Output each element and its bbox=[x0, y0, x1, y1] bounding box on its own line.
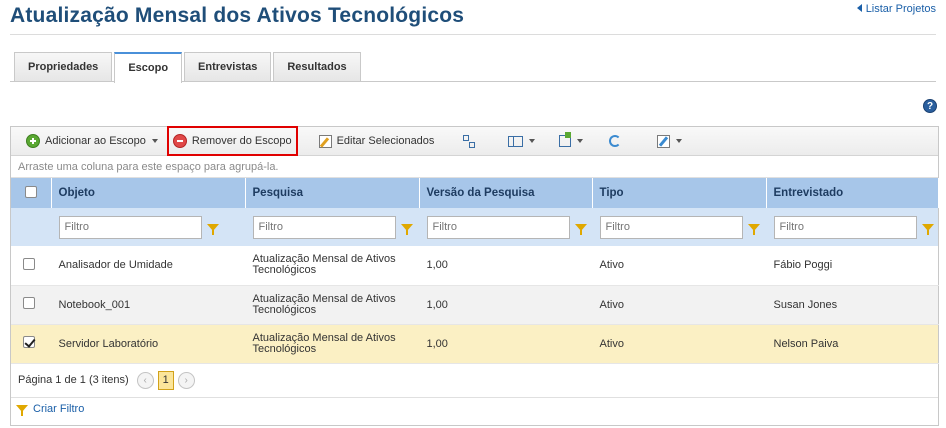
chevron-down-icon bbox=[151, 139, 158, 143]
title-divider bbox=[10, 34, 936, 35]
filter-input-versao[interactable] bbox=[426, 215, 570, 239]
back-arrow-icon bbox=[856, 4, 862, 12]
filter-icon[interactable] bbox=[574, 223, 587, 235]
bulk-edit-button[interactable] bbox=[652, 130, 687, 152]
filter-icon bbox=[16, 405, 28, 416]
columns-button[interactable] bbox=[503, 130, 540, 152]
pager-summary: Página 1 de 1 (3 itens) bbox=[18, 374, 129, 386]
filter-input-pesquisa[interactable] bbox=[252, 215, 396, 239]
row-checkbox-checked[interactable] bbox=[23, 336, 35, 348]
row-checkbox[interactable] bbox=[23, 257, 35, 270]
row-select-cell bbox=[11, 324, 51, 364]
filter-cell-tipo bbox=[592, 208, 766, 246]
tab-bar: Propriedades Escopo Entrevistas Resultad… bbox=[14, 52, 363, 83]
refresh-button[interactable] bbox=[604, 130, 626, 152]
select-all-checkbox[interactable] bbox=[25, 185, 37, 198]
tab-results[interactable]: Resultados bbox=[273, 52, 361, 81]
table-row[interactable]: Notebook_001 Atualização Mensal de Ativo… bbox=[11, 285, 938, 325]
page-title: Atualização Mensal dos Ativos Tecnológic… bbox=[10, 4, 465, 27]
filter-row bbox=[11, 208, 938, 246]
export-button[interactable] bbox=[554, 130, 588, 152]
cell-tipo: Ativo bbox=[592, 324, 766, 364]
column-header-objeto[interactable]: Objeto bbox=[51, 178, 246, 208]
add-to-scope-label: Adicionar ao Escopo bbox=[45, 135, 146, 147]
filter-icon[interactable] bbox=[747, 223, 760, 235]
chevron-down-icon bbox=[577, 139, 584, 143]
cell-versao: 1,00 bbox=[419, 324, 592, 364]
cell-objeto: Notebook_001 bbox=[51, 285, 245, 325]
filter-icon[interactable] bbox=[206, 223, 219, 235]
list-projects-link[interactable]: Listar Projetos bbox=[856, 3, 936, 15]
filter-input-objeto[interactable] bbox=[58, 215, 202, 239]
column-header-entrevistado[interactable]: Entrevistado bbox=[766, 178, 939, 208]
cell-entrevistado: Fábio Poggi bbox=[766, 246, 938, 286]
cell-tipo: Ativo bbox=[592, 285, 766, 325]
tab-properties[interactable]: Propriedades bbox=[14, 52, 113, 81]
columns-icon bbox=[508, 135, 524, 147]
cell-pesquisa: Atualização Mensal de Ativos Tecnológico… bbox=[245, 324, 419, 364]
column-header-versao[interactable]: Versão da Pesquisa bbox=[419, 178, 593, 208]
cell-entrevistado: Nelson Paiva bbox=[766, 324, 938, 364]
table-row[interactable]: Analisador de Umidade Atualização Mensal… bbox=[11, 246, 938, 286]
grid-toolbar: Adicionar ao Escopo Remover do Escopo Ed… bbox=[11, 126, 938, 156]
help-icon[interactable]: ? bbox=[923, 99, 937, 113]
cell-objeto: Servidor Laboratório bbox=[51, 324, 245, 364]
edit-icon bbox=[318, 134, 332, 148]
hierarchy-icon bbox=[462, 134, 476, 148]
refresh-icon bbox=[609, 135, 622, 147]
cell-tipo: Ativo bbox=[592, 246, 766, 286]
table-row-selected[interactable]: Servidor Laboratório Atualização Mensal … bbox=[11, 324, 938, 364]
remove-from-scope-button[interactable]: Remover do Escopo bbox=[166, 126, 298, 156]
filter-input-tipo[interactable] bbox=[599, 215, 743, 239]
filter-icon[interactable] bbox=[400, 223, 413, 235]
filter-cell-versao bbox=[419, 208, 592, 246]
column-header-pesquisa[interactable]: Pesquisa bbox=[245, 178, 420, 208]
add-to-scope-button[interactable]: Adicionar ao Escopo bbox=[21, 130, 163, 152]
edit-selected-label: Editar Selecionados bbox=[336, 135, 435, 147]
select-all-header bbox=[11, 178, 52, 208]
cell-pesquisa: Atualização Mensal de Ativos Tecnológico… bbox=[245, 285, 419, 325]
tab-interviews[interactable]: Entrevistas bbox=[184, 52, 272, 81]
edit-list-icon bbox=[657, 134, 671, 148]
filter-icon[interactable] bbox=[921, 223, 934, 235]
tab-scope[interactable]: Escopo bbox=[114, 52, 183, 83]
create-filter-label: Criar Filtro bbox=[33, 402, 85, 415]
header-row: Objeto Pesquisa Versão da Pesquisa Tipo … bbox=[11, 178, 939, 208]
hierarchy-button[interactable] bbox=[457, 130, 481, 152]
remove-from-scope-label: Remover do Escopo bbox=[191, 135, 292, 147]
filter-input-entrevistado[interactable] bbox=[773, 215, 917, 239]
cell-versao: 1,00 bbox=[419, 246, 592, 286]
cell-versao: 1,00 bbox=[419, 285, 592, 325]
next-page-button[interactable]: › bbox=[177, 371, 195, 389]
edit-selected-button[interactable]: Editar Selecionados bbox=[314, 130, 440, 152]
row-select-cell bbox=[11, 285, 51, 325]
chevron-down-icon bbox=[529, 139, 536, 143]
cell-pesquisa: Atualização Mensal de Ativos Tecnológico… bbox=[245, 246, 419, 286]
chevron-down-icon bbox=[676, 139, 683, 143]
list-projects-label: Listar Projetos bbox=[865, 3, 936, 15]
page-number-current[interactable]: 1 bbox=[157, 370, 174, 390]
scope-grid: Adicionar ao Escopo Remover do Escopo Ed… bbox=[10, 126, 939, 426]
row-checkbox[interactable] bbox=[23, 297, 35, 309]
filter-spacer bbox=[11, 208, 51, 246]
pager: Página 1 de 1 (3 itens) ‹ 1 › bbox=[11, 364, 938, 398]
row-select-cell bbox=[11, 246, 51, 286]
group-drop-zone[interactable]: Arraste uma coluna para este espaço para… bbox=[11, 156, 938, 178]
filter-cell-pesquisa bbox=[245, 208, 419, 246]
add-icon bbox=[26, 134, 40, 148]
scope-table: Objeto Pesquisa Versão da Pesquisa Tipo … bbox=[11, 178, 939, 364]
prev-page-button[interactable]: ‹ bbox=[136, 371, 154, 389]
filter-cell-entrevistado bbox=[766, 208, 938, 246]
export-icon bbox=[559, 132, 572, 147]
remove-icon bbox=[172, 134, 187, 148]
create-filter-link[interactable]: Criar Filtro bbox=[11, 398, 938, 420]
filter-cell-objeto bbox=[51, 208, 245, 246]
cell-objeto: Analisador de Umidade bbox=[51, 246, 245, 286]
column-header-tipo[interactable]: Tipo bbox=[592, 178, 767, 208]
cell-entrevistado: Susan Jones bbox=[766, 285, 938, 325]
